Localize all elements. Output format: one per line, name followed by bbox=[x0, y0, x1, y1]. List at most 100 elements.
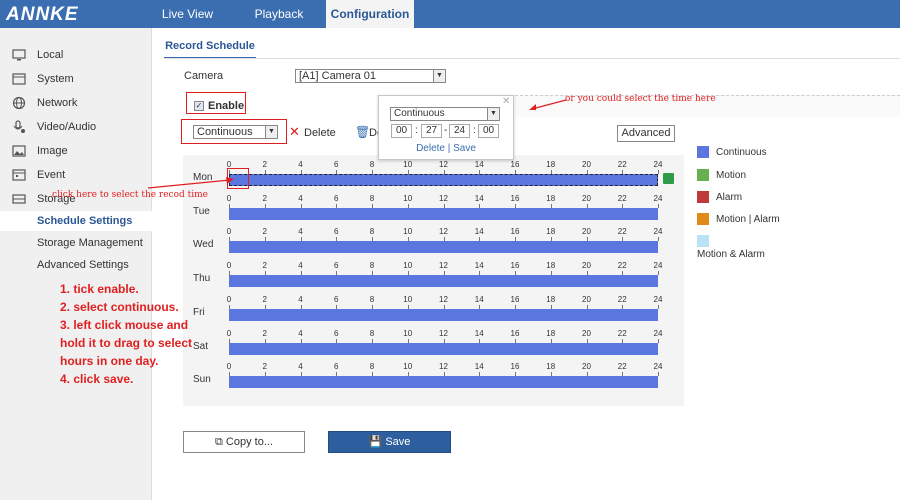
hour-tick-label: 8 bbox=[369, 294, 375, 304]
end-hour-input[interactable]: 24 bbox=[449, 124, 470, 138]
start-hour-input[interactable]: 00 bbox=[391, 124, 412, 138]
schedule-bar-thu[interactable] bbox=[229, 275, 658, 288]
hour-tick-label: 2 bbox=[262, 294, 267, 304]
instruction-step: 3. left click mouse and bbox=[60, 318, 189, 332]
arrow-annotation-icon bbox=[529, 99, 567, 110]
schedule-bar-wed[interactable] bbox=[229, 241, 658, 254]
hour-tick-label: 6 bbox=[334, 261, 339, 271]
day-label-sat: Sat bbox=[193, 340, 209, 352]
end-minute-input[interactable]: 00 bbox=[478, 124, 499, 138]
legend-label: Motion bbox=[716, 170, 747, 181]
hour-tick-label: 0 bbox=[226, 193, 232, 203]
delete-icon[interactable]: ✕ bbox=[289, 125, 300, 138]
hour-tick-label: 16 bbox=[510, 193, 520, 203]
hour-tick-label: 8 bbox=[369, 362, 375, 372]
schedule-bar-mon[interactable] bbox=[229, 174, 658, 186]
schedule-bar-sun[interactable] bbox=[229, 376, 658, 389]
hour-tick-label: 14 bbox=[474, 328, 484, 338]
tab-playback[interactable]: Playback bbox=[240, 0, 318, 28]
hour-tick-label: 10 bbox=[403, 193, 413, 203]
tab-configuration[interactable]: Configuration bbox=[326, 0, 414, 28]
mode-select[interactable]: Continuous ▼ bbox=[193, 125, 278, 139]
popup-delete-link[interactable]: Delete bbox=[416, 143, 445, 154]
close-icon[interactable]: ✕ bbox=[502, 96, 510, 107]
monitor-icon bbox=[12, 49, 26, 61]
hour-tick-label: 16 bbox=[510, 261, 520, 271]
sidebar-item-schedule-settings[interactable]: Schedule Settings bbox=[0, 211, 152, 231]
sidebar-item-advanced-settings[interactable]: Advanced Settings bbox=[0, 255, 152, 275]
hour-tick-label: 24 bbox=[653, 294, 663, 304]
popup-mode-value: Continuous bbox=[394, 108, 445, 119]
hour-tick-label: 16 bbox=[510, 227, 520, 237]
hour-tick-label: 10 bbox=[403, 227, 413, 237]
time-dash: - bbox=[444, 125, 448, 136]
instruction-steps: 1. tick enable. 2. select continuous. 3. l… bbox=[60, 280, 192, 388]
hour-tick-label: 14 bbox=[474, 261, 484, 271]
tab-record-schedule[interactable]: Record Schedule bbox=[164, 37, 256, 59]
hour-tick-label: 16 bbox=[510, 160, 520, 169]
sidebar-item-event[interactable]: Event bbox=[0, 164, 152, 186]
hour-tick-mark bbox=[658, 304, 659, 309]
sidebar-item-image[interactable]: Image bbox=[0, 140, 152, 162]
hour-tick-label: 20 bbox=[582, 261, 591, 271]
hour-tick-label: 22 bbox=[617, 193, 627, 203]
hour-tick-mark bbox=[658, 338, 659, 343]
hour-tick-label: 14 bbox=[474, 362, 484, 372]
hour-tick-label: 0 bbox=[226, 261, 232, 271]
sidebar-item-local[interactable]: Local bbox=[0, 44, 152, 66]
camera-label: Camera bbox=[184, 70, 224, 82]
sidebar-item-label: Network bbox=[37, 97, 78, 109]
trash-icon[interactable]: 🗑 bbox=[355, 125, 370, 139]
copy-to-button[interactable]: ⧉ Copy to... bbox=[183, 431, 305, 453]
microphone-icon bbox=[13, 120, 25, 133]
day-label-thu: Thu bbox=[193, 273, 211, 285]
legend-swatch bbox=[697, 235, 709, 247]
tab-live-view[interactable]: Live View bbox=[150, 0, 225, 28]
hour-tick-label: 0 bbox=[226, 294, 232, 304]
legend-swatch bbox=[697, 191, 709, 203]
hour-tick-mark bbox=[658, 237, 659, 242]
sidebar-subitem-label: Advanced Settings bbox=[37, 259, 129, 271]
delete-button[interactable]: Delete bbox=[304, 127, 336, 139]
time-colon: : bbox=[473, 125, 476, 136]
popup-save-link[interactable]: Save bbox=[453, 143, 476, 154]
hour-tick-label: 2 bbox=[262, 160, 267, 169]
hour-tick-label: 2 bbox=[262, 227, 267, 237]
day-label-sun: Sun bbox=[193, 374, 211, 386]
advanced-button[interactable]: Advanced bbox=[617, 125, 675, 142]
enable-checkbox[interactable]: ✓ bbox=[194, 101, 204, 111]
hour-tick-label: 0 bbox=[226, 362, 232, 372]
hour-tick-label: 2 bbox=[262, 193, 267, 203]
hour-tick-label: 10 bbox=[403, 328, 413, 338]
schedule-bar-fri[interactable] bbox=[229, 308, 658, 321]
sidebar-item-storage-management[interactable]: Storage Management bbox=[0, 233, 152, 253]
hour-tick-label: 6 bbox=[334, 328, 339, 338]
hour-tick-label: 12 bbox=[439, 362, 448, 372]
schedule-bar-sat[interactable] bbox=[229, 342, 658, 355]
hour-tick-label: 10 bbox=[403, 261, 413, 271]
start-minute-input[interactable]: 27 bbox=[421, 124, 442, 138]
hour-tick-label: 2 bbox=[262, 261, 267, 271]
hour-tick-label: 10 bbox=[403, 160, 413, 169]
schedule-bar-tue[interactable] bbox=[229, 207, 658, 220]
hour-tick-label: 16 bbox=[510, 294, 520, 304]
sidebar-item-network[interactable]: Network bbox=[0, 92, 152, 114]
hour-tick-label: 4 bbox=[298, 362, 303, 372]
hour-tick-label: 22 bbox=[617, 328, 627, 338]
globe-icon bbox=[12, 96, 26, 110]
storage-icon bbox=[12, 194, 26, 204]
instruction-step: hold it to drag to select bbox=[60, 336, 193, 350]
camera-select[interactable]: [A1] Camera 01 ▼ bbox=[295, 69, 446, 83]
hour-tick-label: 14 bbox=[474, 227, 484, 237]
save-button[interactable]: 💾 Save bbox=[328, 431, 451, 453]
sidebar-item-video-audio[interactable]: Video/Audio bbox=[0, 116, 152, 138]
hour-tick-label: 20 bbox=[582, 227, 591, 237]
hour-tick-label: 20 bbox=[582, 160, 591, 169]
hour-tick-label: 8 bbox=[369, 160, 375, 169]
enable-label: Enable bbox=[208, 100, 245, 112]
hour-tick-label: 10 bbox=[403, 294, 413, 304]
copy-day-icon[interactable] bbox=[663, 173, 674, 184]
sidebar-item-system[interactable]: System bbox=[0, 68, 152, 90]
hour-tick-label: 18 bbox=[546, 193, 556, 203]
popup-mode-select[interactable]: Continuous ▼ bbox=[390, 107, 500, 121]
